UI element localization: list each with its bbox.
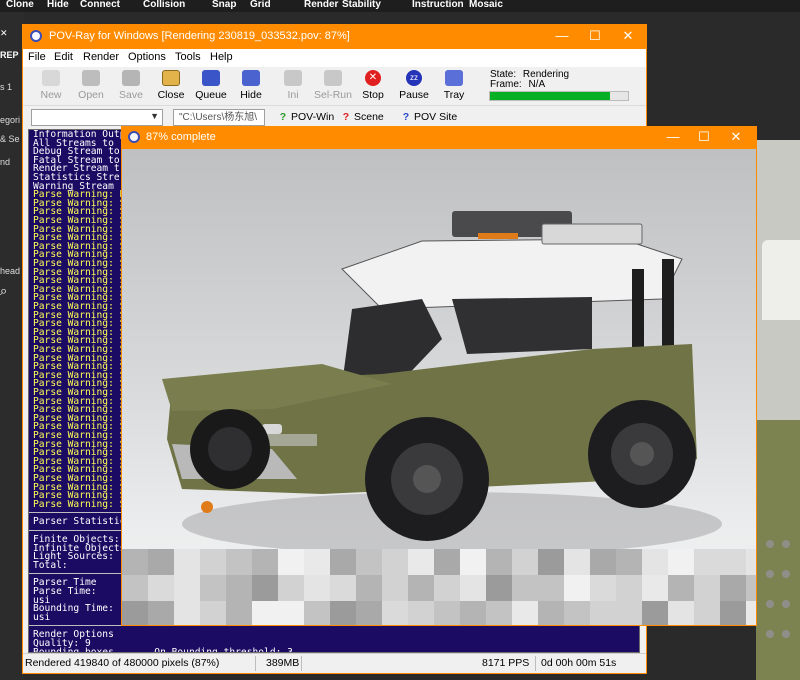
unrendered-pixel-area [122,549,756,625]
status-memory: 389MB [266,657,300,669]
sidebar-fragment: egori [0,115,21,125]
model-body-fragment [756,420,800,680]
sidebar-fragment: head [0,266,21,276]
background-toolbar: Clone Hide Connect Collision Snap Grid R… [0,0,800,12]
close-button[interactable]: Close [151,67,191,105]
frame-label: Frame: [490,79,522,90]
minimize-icon[interactable]: — [666,130,680,144]
render-title: 87% complete [146,131,216,143]
povray-app-icon [30,30,42,42]
sidebar-fragment: s 1 [0,82,13,92]
model-roof-fragment [762,240,800,320]
stop-button[interactable]: ✕ Stop [353,67,393,105]
new-file-icon [42,70,60,86]
minimize-icon[interactable]: — [555,29,569,43]
close-icon[interactable]: ✕ [729,130,743,144]
stop-icon: ✕ [365,70,381,86]
question-icon: ? [402,111,410,123]
sel-run-button[interactable]: Sel-Run [313,67,353,105]
tray-icon [445,70,463,86]
close-icon[interactable]: ✕ [621,29,635,43]
sidebar-close-icon[interactable]: ✕ [0,28,8,39]
toolbar-instruction[interactable]: Instruction [412,0,464,10]
question-icon: ? [342,111,350,123]
message-line: Parser Statistics [33,516,132,528]
hide-icon [242,70,260,86]
povray-app-icon [128,131,140,143]
ini-icon [284,70,302,86]
status-bar: Rendered 419840 of 480000 pixels (87%) 3… [23,653,646,673]
tray-button[interactable]: Tray [434,67,474,105]
main-toolbar: New Open Save Close Queue Hide Ini Sel-R… [23,67,488,105]
close-folder-icon [162,70,180,86]
toolbar-stability[interactable]: Stability [342,0,381,10]
open-button[interactable]: Open [71,67,111,105]
status-pixels: Rendered 419840 of 480000 pixels (87%) [25,657,220,669]
render-canvas[interactable] [122,149,756,625]
toolbar-connect[interactable]: Connect [80,0,120,10]
new-button[interactable]: New [31,67,71,105]
status-pps: 8171 PPS [482,657,530,669]
menu-render[interactable]: Render [83,51,119,63]
pause-icon: zz [406,70,422,86]
toolbar-grid[interactable]: Grid [250,0,271,10]
maximize-icon[interactable]: ☐ [697,130,711,144]
hide-button[interactable]: Hide [231,67,271,105]
menu-file[interactable]: File [28,51,46,63]
toolbar-render[interactable]: Render [304,0,338,10]
pause-button[interactable]: zz Pause [394,67,434,105]
command-line-field[interactable]: "C:\Users\杨东旭\ [173,109,265,126]
queue-icon [202,70,220,86]
chevron-down-icon: ▼ [150,111,159,121]
render-progress-bar [489,91,629,101]
background-sidebar: ✕ REP s 1 egori & Se nd head ⌕ [0,12,24,680]
message-line: Parse Warning: Sh [33,498,132,510]
menu-bar: File Edit Render Options Tools Help [23,49,646,67]
status-elapsed: 0d 00h 00m 51s [541,657,617,669]
frame-value: N/A [528,79,546,90]
menu-options[interactable]: Options [128,51,166,63]
povray-title: POV-Ray for Windows [Rendering 230819_03… [49,30,350,42]
secondary-toolbar: ▼ "C:\Users\杨东旭\ ? POV-Win ? Scene ? POV Si… [23,105,646,127]
sidebar-fragment: REP [0,50,19,60]
scene-help-link[interactable]: ? Scene [341,111,384,123]
menu-edit[interactable]: Edit [54,51,73,63]
sidebar-fragment: nd [0,157,11,167]
open-folder-icon [82,70,100,86]
save-icon [122,70,140,86]
menu-help[interactable]: Help [210,51,233,63]
search-icon[interactable]: ⌕ [0,283,7,299]
render-progress-fill [490,92,611,100]
preset-combo[interactable]: ▼ [31,109,163,126]
sidebar-fragment: & Se [0,134,20,144]
toolbar-collision[interactable]: Collision [143,0,185,10]
toolbar-mosaic[interactable]: Mosaic [469,0,503,10]
question-icon: ? [279,111,287,123]
sel-run-icon [324,70,342,86]
toolbar-clone[interactable]: Clone [6,0,34,10]
message-line: Total: [33,559,68,571]
background-3d-view [756,140,800,680]
menu-tools[interactable]: Tools [175,51,201,63]
povwin-help-link[interactable]: ? POV-Win [278,111,334,123]
message-line: usi [33,611,51,623]
queue-button[interactable]: Queue [191,67,231,105]
toolbar-snap[interactable]: Snap [212,0,236,10]
povray-titlebar[interactable]: POV-Ray for Windows [Rendering 230819_03… [23,25,646,49]
maximize-icon[interactable]: ☐ [588,29,602,43]
save-button[interactable]: Save [111,67,151,105]
toolbar-hide[interactable]: Hide [47,0,69,10]
ini-button[interactable]: Ini [273,67,313,105]
render-titlebar[interactable]: 87% complete — ☐ ✕ [122,127,756,149]
render-window: 87% complete — ☐ ✕ [121,126,757,626]
pov-site-link[interactable]: ? POV Site [401,111,457,123]
